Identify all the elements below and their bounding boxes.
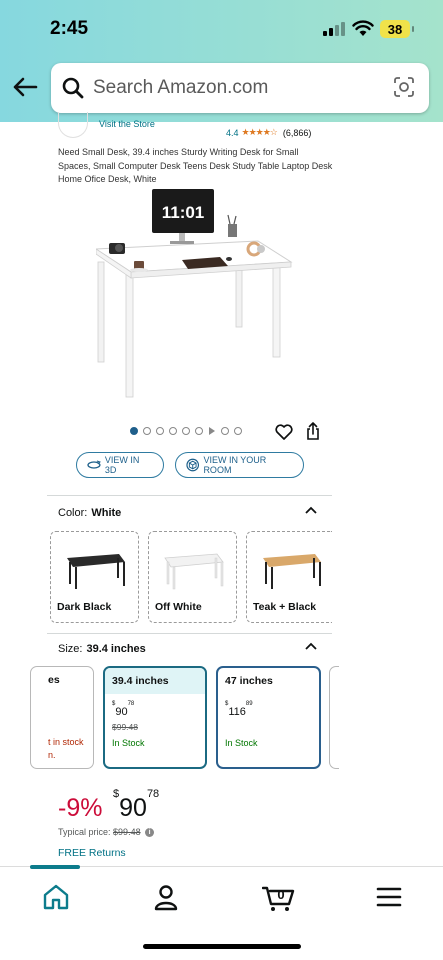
active-tab-indicator [30, 865, 80, 869]
carousel-dot[interactable] [143, 427, 151, 435]
list-price: $99.48 [112, 722, 138, 732]
chevron-up-icon[interactable] [305, 642, 317, 650]
bottom-navigation: 0 [0, 865, 443, 960]
rating-row[interactable]: 4.4 ★★★★☆ (6,866) [226, 127, 311, 138]
stock-status: In Stock [112, 738, 145, 748]
size-option-price: $11689 [225, 701, 253, 718]
color-section-header[interactable]: Color: White [58, 507, 121, 519]
carousel-dot[interactable] [130, 427, 138, 435]
price-fraction: 78 [127, 701, 135, 708]
cellular-signal-icon [323, 22, 345, 36]
rating-value: 4.4 [226, 127, 239, 138]
desk-thumbnail [67, 554, 125, 589]
home-icon[interactable] [41, 882, 71, 912]
color-option-off-white[interactable]: Off White [148, 531, 237, 623]
monitor-clock: 11:01 [162, 203, 205, 222]
color-label: Color: [58, 507, 88, 519]
status-time: 2:45 [50, 18, 89, 39]
price-fraction: 89 [245, 701, 253, 708]
size-selected: 39.4 inches [86, 643, 146, 655]
cart-icon[interactable]: 0 [262, 882, 296, 912]
view-in-your-room-label: VIEW IN YOUR ROOM [203, 455, 267, 475]
heart-icon[interactable] [275, 424, 293, 440]
discount-percentage: -9% [58, 794, 103, 822]
camera-lens-icon[interactable] [392, 75, 416, 99]
desk-thumbnail [164, 553, 224, 590]
currency-symbol: $ [112, 701, 116, 708]
size-option-price: $9078 [112, 701, 134, 718]
cart-count: 0 [277, 887, 284, 902]
color-option-dark-black[interactable]: Dark Black [50, 531, 139, 623]
menu-icon[interactable] [374, 882, 404, 912]
color-option-label: Teak + Black [253, 601, 317, 613]
rating-count: (6,866) [282, 127, 312, 138]
size-option-47-inches[interactable]: 47 inches $11689 In Stock [216, 666, 321, 769]
size-option-partial[interactable]: es t in stock n. [30, 666, 94, 769]
app-header: 2:45 38 Search Amazon.com [0, 0, 443, 122]
rotate-3d-icon [87, 460, 101, 469]
ar-cube-icon [186, 458, 200, 472]
product-title: Need Small Desk, 39.4 inches Sturdy Writ… [58, 147, 333, 184]
star-rating-icon: ★★★★☆ [241, 127, 278, 137]
divider [47, 633, 332, 634]
carousel-dot[interactable] [156, 427, 164, 435]
price-fraction: 78 [146, 787, 160, 800]
store-logo [58, 112, 88, 138]
back-arrow-icon[interactable] [10, 72, 40, 102]
search-placeholder: Search Amazon.com [93, 77, 269, 98]
stock-status-cont: n. [48, 750, 56, 760]
stock-status: In Stock [225, 738, 258, 748]
carousel-dot[interactable] [234, 427, 242, 435]
size-option-label: es [48, 674, 60, 686]
search-input[interactable]: Search Amazon.com [51, 63, 429, 113]
color-option-label: Dark Black [57, 601, 112, 613]
currency-symbol: $ [113, 787, 120, 800]
account-icon[interactable] [151, 882, 181, 912]
chevron-up-icon[interactable] [305, 506, 317, 514]
size-option-label: 47 inches [225, 675, 273, 687]
color-selected: White [91, 507, 122, 519]
visit-store-link[interactable]: Visit the Store [99, 119, 155, 129]
carousel-dot[interactable] [221, 427, 229, 435]
share-icon[interactable] [305, 422, 321, 440]
wifi-icon [352, 20, 374, 36]
info-icon[interactable]: i [145, 828, 155, 838]
size-option-39-4-inches[interactable]: 39.4 inches $9078 $99.48 In Stock [103, 666, 207, 769]
price-whole: 90 [115, 706, 128, 718]
desk-thumbnail [263, 554, 321, 589]
size-option-label: 39.4 inches [105, 668, 205, 694]
battery-indicator: 38 [380, 20, 414, 38]
typical-price-value: $99.48 [113, 827, 141, 837]
stock-status: t in stock [48, 737, 84, 747]
price-whole: 116 [228, 706, 246, 718]
home-indicator[interactable] [143, 944, 301, 949]
carousel-dot[interactable] [169, 427, 177, 435]
size-section-header[interactable]: Size: 39.4 inches [58, 643, 146, 655]
video-play-icon[interactable] [209, 427, 215, 435]
color-option-teak-black[interactable]: Teak + Black [246, 531, 332, 623]
color-option-label: Off White [155, 601, 202, 613]
size-option-next-partial[interactable] [329, 666, 339, 769]
size-label: Size: [58, 643, 83, 655]
divider [47, 495, 332, 496]
current-price: $9078 [113, 788, 159, 823]
currency-symbol: $ [225, 701, 229, 708]
typical-price: Typical price: $99.48 i [58, 827, 155, 838]
image-carousel-dots[interactable] [130, 427, 242, 435]
typical-price-label: Typical price: [58, 827, 111, 837]
view-in-3d-label: VIEW IN 3D [104, 455, 140, 475]
search-icon [62, 77, 84, 99]
view-in-3d-button[interactable]: VIEW IN 3D [76, 452, 164, 478]
carousel-dot[interactable] [182, 427, 190, 435]
price-whole: 90 [119, 794, 147, 822]
carousel-dot[interactable] [195, 427, 203, 435]
view-in-your-room-button[interactable]: VIEW IN YOUR ROOM [175, 452, 304, 478]
free-returns-link[interactable]: FREE Returns [58, 847, 126, 859]
product-image[interactable]: 11:01 [96, 187, 306, 402]
